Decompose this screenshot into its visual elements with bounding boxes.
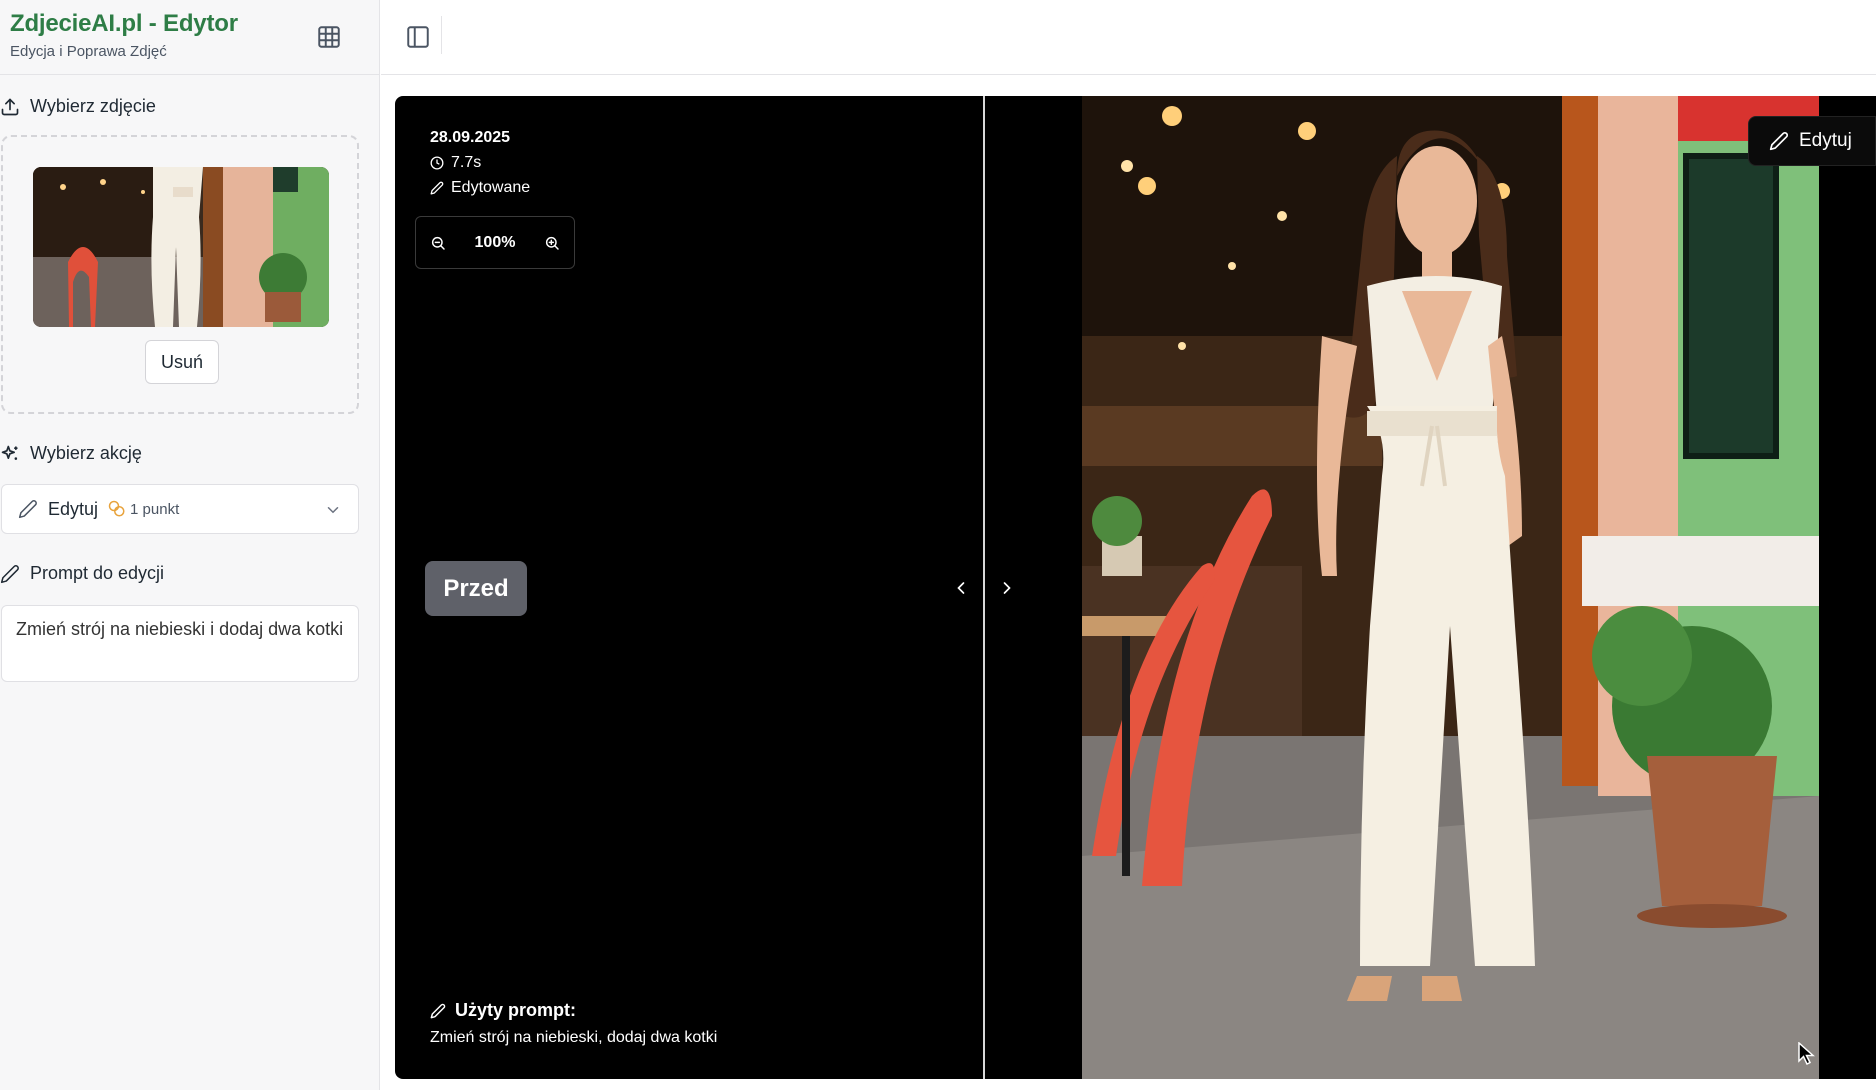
before-label-badge: Przed xyxy=(425,561,527,616)
chevron-right-icon xyxy=(1003,582,1011,594)
uploaded-image-thumbnail xyxy=(33,167,329,327)
zoom-level: 100% xyxy=(474,233,516,251)
action-section-text: Wybierz akcję xyxy=(30,443,142,463)
action-select[interactable]: Edytuj 1 punkt xyxy=(1,484,359,534)
image-upload-dropzone[interactable]: Usuń xyxy=(1,135,359,414)
zoom-out-icon xyxy=(432,236,445,250)
app-title: ZdjecieAI.pl - Edytor xyxy=(10,10,238,37)
chevron-left-icon xyxy=(957,582,965,594)
apps-grid-button[interactable] xyxy=(312,20,346,54)
toolbar-divider xyxy=(441,16,442,54)
zoom-in-button[interactable] xyxy=(544,235,560,251)
clock-icon xyxy=(430,156,444,169)
toggle-sidebar-button[interactable] xyxy=(399,18,437,56)
sidebar: ZdjecieAI.pl - Edytor Edycja i Poprawa Z… xyxy=(0,0,380,1090)
zoom-out-button[interactable] xyxy=(430,235,446,251)
app-subtitle: Edycja i Poprawa Zdjęć xyxy=(10,43,167,60)
pencil-icon xyxy=(0,564,19,583)
upload-section-text: Wybierz zdjęcie xyxy=(30,96,156,116)
sparkles-icon xyxy=(1,445,18,460)
image-date: 28.09.2025 xyxy=(430,129,511,146)
prompt-section-text: Prompt do edycji xyxy=(30,563,165,583)
sidebar-toggle-icon xyxy=(407,26,429,48)
edit-image-button[interactable]: Edytuj xyxy=(1748,116,1876,166)
slider-left-arrow[interactable] xyxy=(947,574,975,602)
prompt-section-label: Prompt do edycji xyxy=(0,563,164,584)
upload-section-label: Wybierz zdjęcie xyxy=(0,96,156,117)
remove-image-button[interactable]: Usuń xyxy=(145,340,219,384)
image-comparison-viewer[interactable]: 28.09.2025 7.7s Edytowane 100% Przed Uży… xyxy=(395,96,1876,1079)
edit-status: Edytowane xyxy=(430,175,530,200)
coins-icon xyxy=(108,500,125,517)
zoom-in-icon xyxy=(545,236,559,250)
used-prompt-block: Użyty prompt: Zmień strój na niebieski, … xyxy=(430,1000,717,1047)
action-points-badge: 1 punkt xyxy=(130,500,180,518)
used-prompt-text: Zmień strój na niebieski, dodaj dwa kotk… xyxy=(430,1029,718,1046)
edit-image-button-label: Edytuj xyxy=(1799,130,1852,151)
pencil-icon xyxy=(18,500,37,519)
edit-prompt-textarea[interactable]: Zmień strój na niebieski i dodaj dwa kot… xyxy=(1,605,359,682)
image-metadata: 28.09.2025 7.7s Edytowane xyxy=(430,125,530,200)
mouse-cursor-icon xyxy=(1798,1042,1815,1066)
top-bar xyxy=(381,0,1876,75)
pencil-icon xyxy=(430,1003,446,1018)
upload-icon xyxy=(1,98,19,115)
grid-icon xyxy=(318,26,340,48)
action-select-value: Edytuj xyxy=(48,498,99,519)
zoom-controls: 100% xyxy=(415,216,575,269)
edited-photo xyxy=(1082,96,1819,1079)
processing-time-value: 7.7s xyxy=(451,154,482,171)
comparison-slider-handle[interactable] xyxy=(983,96,985,1079)
chevron-down-icon xyxy=(327,507,339,514)
sidebar-header: ZdjecieAI.pl - Edytor Edycja i Poprawa Z… xyxy=(0,0,379,75)
slider-right-arrow[interactable] xyxy=(993,574,1021,602)
pencil-icon xyxy=(1769,132,1788,151)
pencil-icon xyxy=(430,181,444,194)
processing-time: 7.7s xyxy=(430,150,530,175)
action-section-label: Wybierz akcję xyxy=(0,443,142,464)
used-prompt-label: Użyty prompt: xyxy=(455,1000,576,1020)
edit-status-text: Edytowane xyxy=(451,179,531,196)
